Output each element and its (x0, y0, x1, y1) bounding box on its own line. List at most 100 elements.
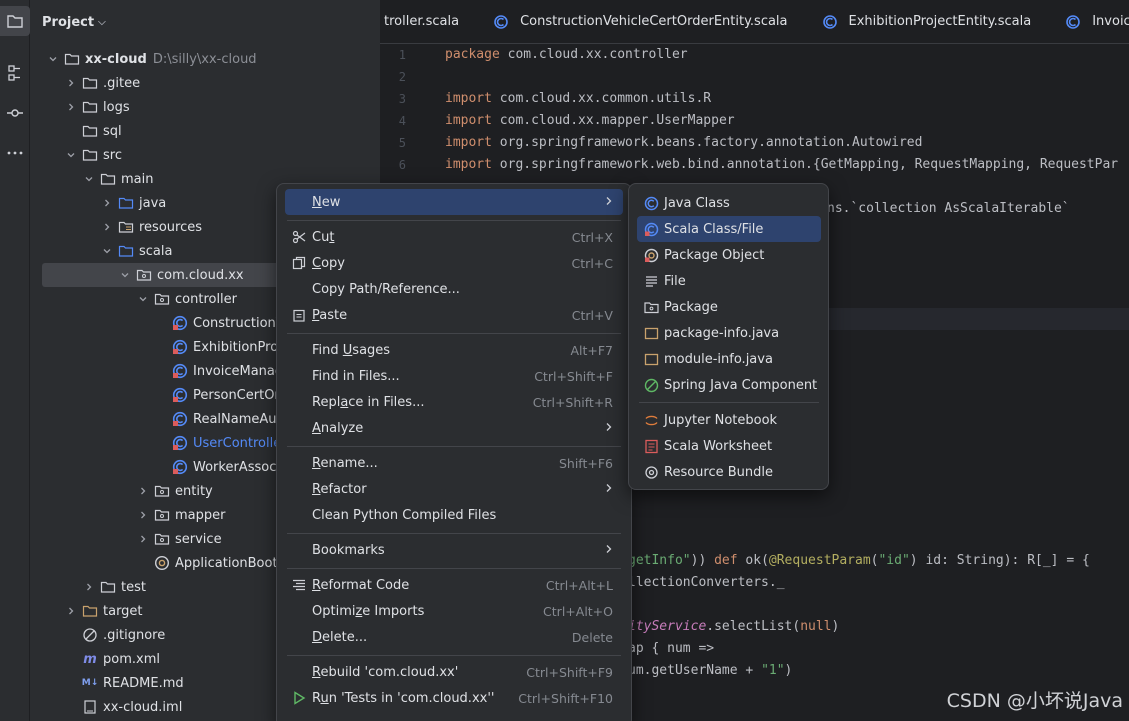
menu-item-rebuild-com-cloud-xx[interactable]: Rebuild 'com.cloud.xx' Ctrl+Shift+F9 (285, 659, 623, 685)
menu-item-label: Clean Python Compiled Files (312, 507, 497, 523)
chevron-right-icon[interactable] (64, 76, 78, 90)
new-menu-item-java-class[interactable]: Java Class (637, 190, 821, 216)
menu-item-label: Replace in Files... (312, 394, 425, 410)
new-menu-item-scala-class-file[interactable]: Scala Class/File (637, 216, 821, 242)
new-menu-item-scala-worksheet[interactable]: Scala Worksheet (637, 433, 821, 459)
new-menu-item-resource-bundle[interactable]: Resource Bundle (637, 459, 821, 485)
scala-class-icon (172, 435, 188, 451)
menu-item-label: Resource Bundle (664, 464, 774, 480)
menu-item-label: Find in Files... (312, 368, 400, 384)
project-panel-header[interactable]: Project ⌵ (42, 8, 106, 36)
menu-item-optimize-imports[interactable]: Optimize Imports Ctrl+Alt+O (285, 598, 623, 624)
menu-item-label: Optimize Imports (312, 603, 425, 619)
menu-item-reformat-code[interactable]: Reformat Code Ctrl+Alt+L (285, 572, 623, 598)
submenu-arrow-icon (605, 482, 613, 496)
scala-class-icon (172, 411, 188, 427)
new-menu-item-package-info-java[interactable]: package-info.java (637, 320, 821, 346)
menu-item-shortcut: Ctrl+Shift+R (532, 394, 613, 410)
tree-node-label: scala (139, 243, 173, 259)
menu-item-cut[interactable]: Cut Ctrl+X (285, 224, 623, 250)
editor-tab[interactable]: ExhibitionProjectEntity.scala (808, 0, 1052, 43)
tree-node[interactable]: sql (30, 119, 380, 143)
new-menu-item-module-info-java[interactable]: module-info.java (637, 346, 821, 372)
code-line: ns.`collection AsScalaIterable` (827, 201, 1070, 216)
menu-item-rename[interactable]: Rename... Shift+F6 (285, 450, 623, 476)
context-menu: New Cut Ctrl+X Copy Ctrl+C Copy Path/Referenc… (276, 183, 632, 721)
chevron-right-icon[interactable] (64, 604, 78, 618)
tree-node[interactable]: xx-cloud D:\silly\xx-cloud (30, 47, 380, 71)
chevron-right-icon[interactable] (100, 220, 114, 234)
menu-item-label: module-info.java (664, 351, 773, 367)
menu-item-shortcut: Ctrl+C (571, 255, 613, 271)
tree-node-label: logs (103, 99, 130, 115)
new-menu-item-package[interactable]: Package (637, 294, 821, 320)
menu-item-label: package-info.java (664, 325, 780, 341)
menu-item-run-tests-in-com-cloud-xx[interactable]: Run 'Tests in 'com.cloud.xx'' Ctrl+Shift+… (285, 685, 623, 711)
watermark: CSDN @小坏说Java (946, 690, 1123, 712)
menu-item-delete[interactable]: Delete... Delete (285, 624, 623, 650)
chevron-right-icon[interactable] (136, 532, 150, 546)
chevron-down-icon[interactable] (64, 148, 78, 162)
chevron-down-icon[interactable] (118, 268, 132, 282)
menu-item-label: Analyze (312, 420, 364, 436)
new-menu-item-package-object[interactable]: Package Object (637, 242, 821, 268)
editor-tab[interactable]: InvoiceManager (1051, 0, 1129, 43)
project-tool-window-icon[interactable] (0, 6, 30, 36)
menu-item-bookmarks[interactable]: Bookmarks (285, 537, 623, 563)
menu-item-find-in-files[interactable]: Find in Files... Ctrl+Shift+F (285, 363, 623, 389)
chevron-right-icon[interactable] (64, 100, 78, 114)
tree-node-label: PersonCertOr (193, 387, 280, 403)
menu-item-paste[interactable]: Paste Ctrl+V (285, 302, 623, 328)
tab-label: ExhibitionProjectEntity.scala (848, 14, 1032, 29)
editor-tab[interactable]: ConstructionVehicleCertOrderEntity.scala (479, 0, 807, 43)
menu-item-shortcut: Delete (571, 629, 613, 645)
chevron-right-icon[interactable] (136, 508, 150, 522)
menu-item-shortcut: Ctrl+Alt+L (545, 577, 613, 593)
code-line: getInfo")) def ok(@RequestParam("id") id… (628, 553, 1090, 568)
gitignore-icon (82, 627, 98, 643)
chevron-right-icon[interactable] (136, 484, 150, 498)
new-menu-item-file[interactable]: File (637, 268, 821, 294)
tree-node[interactable]: src (30, 143, 380, 167)
line-number: 2 (398, 70, 406, 84)
chevron-down-icon[interactable] (136, 292, 150, 306)
folder-icon (82, 75, 98, 91)
commit-tool-window-icon[interactable] (0, 98, 30, 128)
new-menu-item-jupyter-notebook[interactable]: Jupyter Notebook (637, 407, 821, 433)
menu-item-analyze[interactable]: Analyze (285, 415, 623, 441)
more-tool-windows-icon[interactable] (0, 138, 30, 168)
structure-tool-window-icon[interactable] (0, 58, 30, 88)
menu-item-copy[interactable]: Copy Ctrl+C (285, 250, 623, 276)
tree-node[interactable]: logs (30, 95, 380, 119)
chevron-right-icon[interactable] (82, 580, 96, 594)
source-folder-icon (118, 195, 134, 211)
menu-item-replace-in-files[interactable]: Replace in Files... Ctrl+Shift+R (285, 389, 623, 415)
menu-item-label: Scala Worksheet (664, 438, 773, 454)
menu-item-clean-python-compiled-files[interactable]: Clean Python Compiled Files (285, 502, 623, 528)
new-menu-item-spring-java-component[interactable]: Spring Java Component (637, 372, 821, 398)
menu-item-refactor[interactable]: Refactor (285, 476, 623, 502)
tree-node-label: .gitee (103, 75, 141, 91)
tree-node[interactable]: .gitee (30, 71, 380, 95)
scala-class-icon (172, 387, 188, 403)
chevron-down-icon[interactable] (46, 52, 60, 66)
menu-separator (639, 402, 819, 403)
editor-tab[interactable]: troller.scala (380, 0, 479, 43)
code-line: llectionConverters._ (628, 575, 785, 590)
chevron-down-icon[interactable] (100, 244, 114, 258)
source-folder-icon (118, 243, 134, 259)
scala-worksheet-icon (643, 438, 659, 454)
resource-folder-icon (118, 219, 134, 235)
chevron-down-icon[interactable] (82, 172, 96, 186)
chevron-right-icon[interactable] (100, 196, 114, 210)
menu-item-find-usages[interactable]: Find Usages Alt+F7 (285, 337, 623, 363)
tree-node-label: com.cloud.xx (157, 267, 244, 283)
menu-item-copy-path-reference[interactable]: Copy Path/Reference... (285, 276, 623, 302)
scissors-icon (291, 229, 307, 245)
menu-item-label: Rebuild 'com.cloud.xx' (312, 664, 459, 680)
tree-node-label: ConstructionV (193, 315, 285, 331)
menu-item-new[interactable]: New (285, 189, 623, 215)
